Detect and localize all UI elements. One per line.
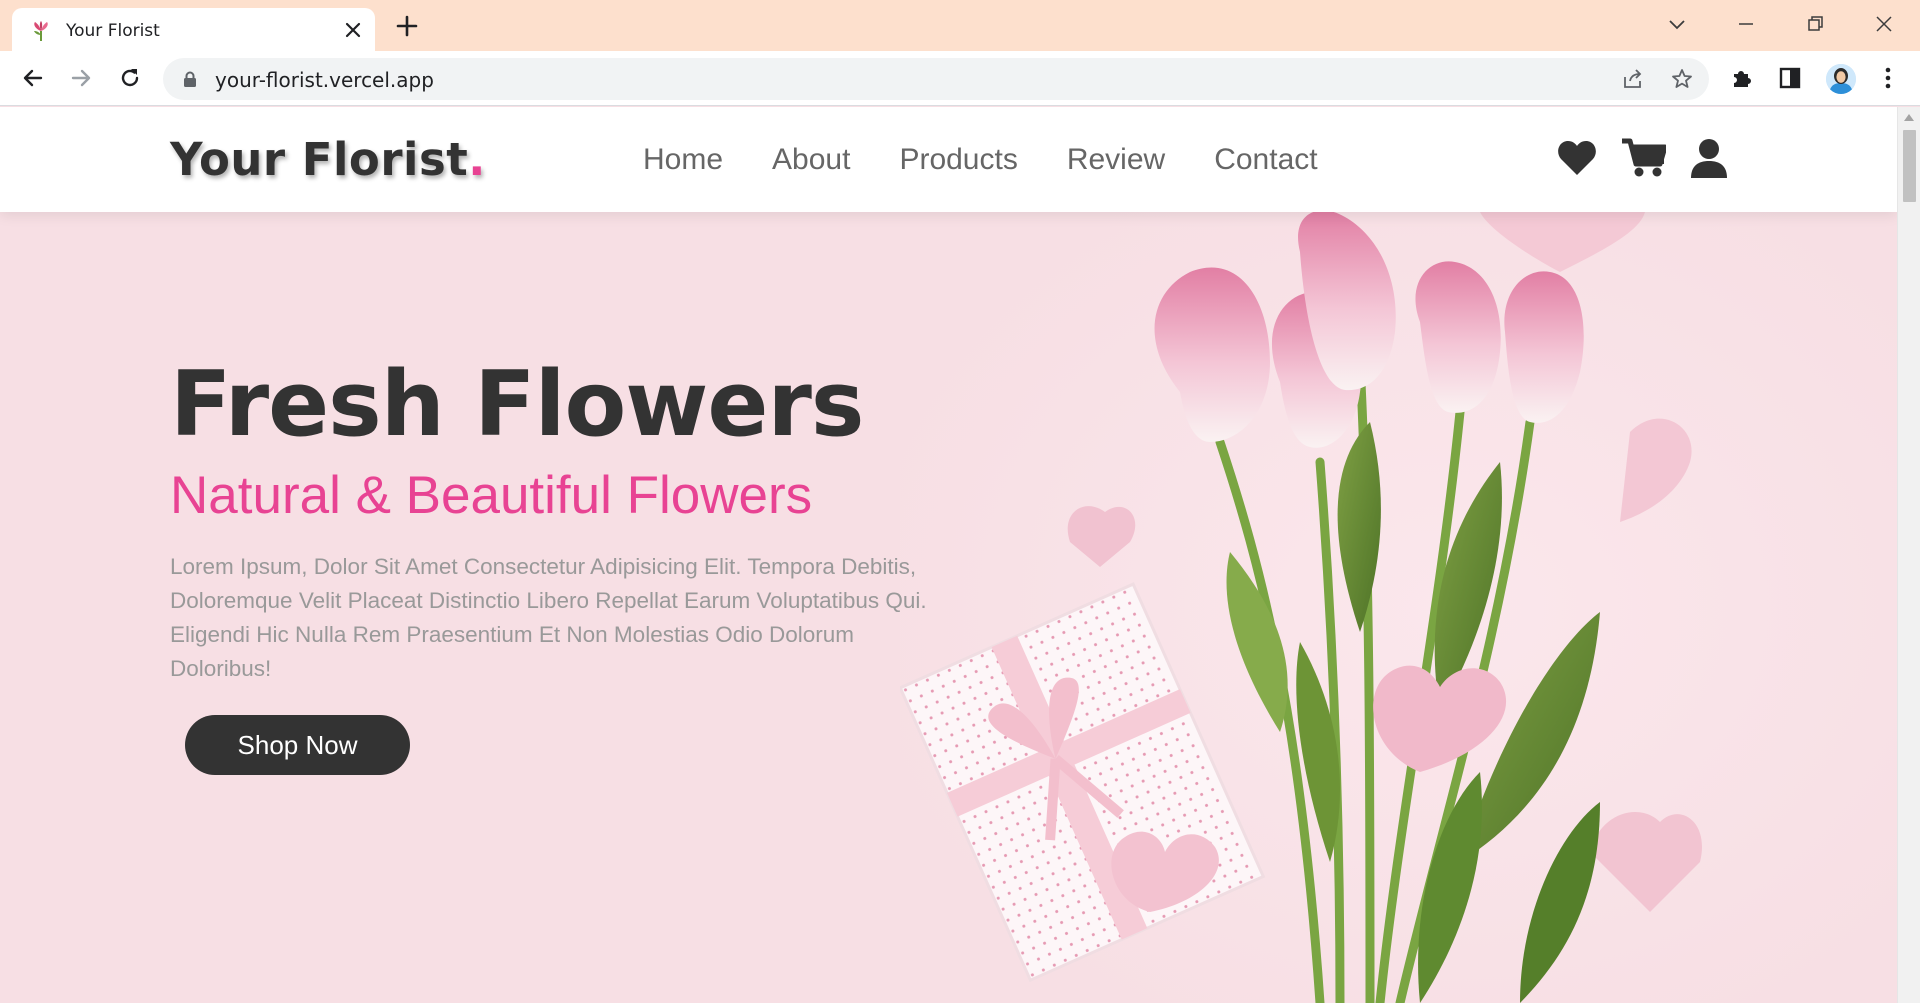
page-viewport: Your Florist. Home About Products Review… (0, 107, 1897, 1003)
browser-tab-strip: Your Florist (0, 0, 1920, 51)
shop-now-button[interactable]: Shop Now (185, 715, 410, 775)
profile-avatar[interactable] (1826, 64, 1856, 94)
reload-icon[interactable] (117, 65, 143, 91)
nav-link-review[interactable]: Review (1067, 143, 1165, 177)
tab-search-chevron-icon[interactable] (1665, 12, 1689, 36)
cart-icon[interactable] (1622, 137, 1666, 179)
restore-icon[interactable] (1803, 12, 1827, 36)
flower-favicon-icon (34, 21, 48, 41)
forward-arrow-icon[interactable] (68, 65, 94, 91)
profile-person-icon (1826, 64, 1856, 94)
side-panel-icon[interactable] (1777, 65, 1803, 91)
hero-subtitle: Natural & Beautiful Flowers (170, 466, 813, 525)
close-window-icon[interactable] (1872, 12, 1896, 36)
logo-text: Your Florist (170, 133, 469, 186)
more-menu-icon[interactable] (1875, 65, 1901, 91)
share-icon[interactable] (1621, 67, 1645, 91)
bookmark-star-icon[interactable] (1670, 67, 1694, 91)
main-nav: Home About Products Review Contact (643, 143, 1318, 177)
hero-description: Lorem Ipsum, Dolor Sit Amet Consectetur … (170, 554, 927, 681)
user-icon[interactable] (1690, 137, 1728, 179)
browser-toolbar: your-florist.vercel.app (0, 51, 1920, 106)
nav-link-contact[interactable]: Contact (1214, 143, 1317, 177)
url-text: your-florist.vercel.app (215, 68, 434, 92)
back-arrow-icon[interactable] (20, 65, 46, 91)
nav-link-products[interactable]: Products (899, 143, 1017, 177)
address-bar[interactable]: your-florist.vercel.app (163, 58, 1709, 100)
page-scrollbar[interactable] (1897, 107, 1920, 1003)
nav-link-home[interactable]: Home (643, 143, 723, 177)
tulips-gift-hero-image (900, 212, 1897, 1003)
scrollbar-thumb[interactable] (1903, 130, 1916, 202)
site-logo[interactable]: Your Florist. (170, 133, 486, 186)
extensions-puzzle-icon[interactable] (1729, 65, 1755, 91)
new-tab-icon[interactable] (394, 13, 420, 39)
hero-title: Fresh Flowers (170, 352, 864, 457)
lock-icon (184, 71, 196, 87)
heart-icon[interactable] (1557, 137, 1597, 179)
nav-link-about[interactable]: About (772, 143, 850, 177)
scroll-up-arrow-icon[interactable] (1904, 113, 1914, 121)
tab-title: Your Florist (66, 21, 160, 41)
browser-tab[interactable]: Your Florist (12, 8, 375, 51)
minimize-icon[interactable] (1734, 12, 1758, 36)
close-tab-icon[interactable] (342, 19, 364, 41)
logo-dot: . (468, 133, 486, 186)
site-header: Your Florist. Home About Products Review… (0, 107, 1897, 212)
